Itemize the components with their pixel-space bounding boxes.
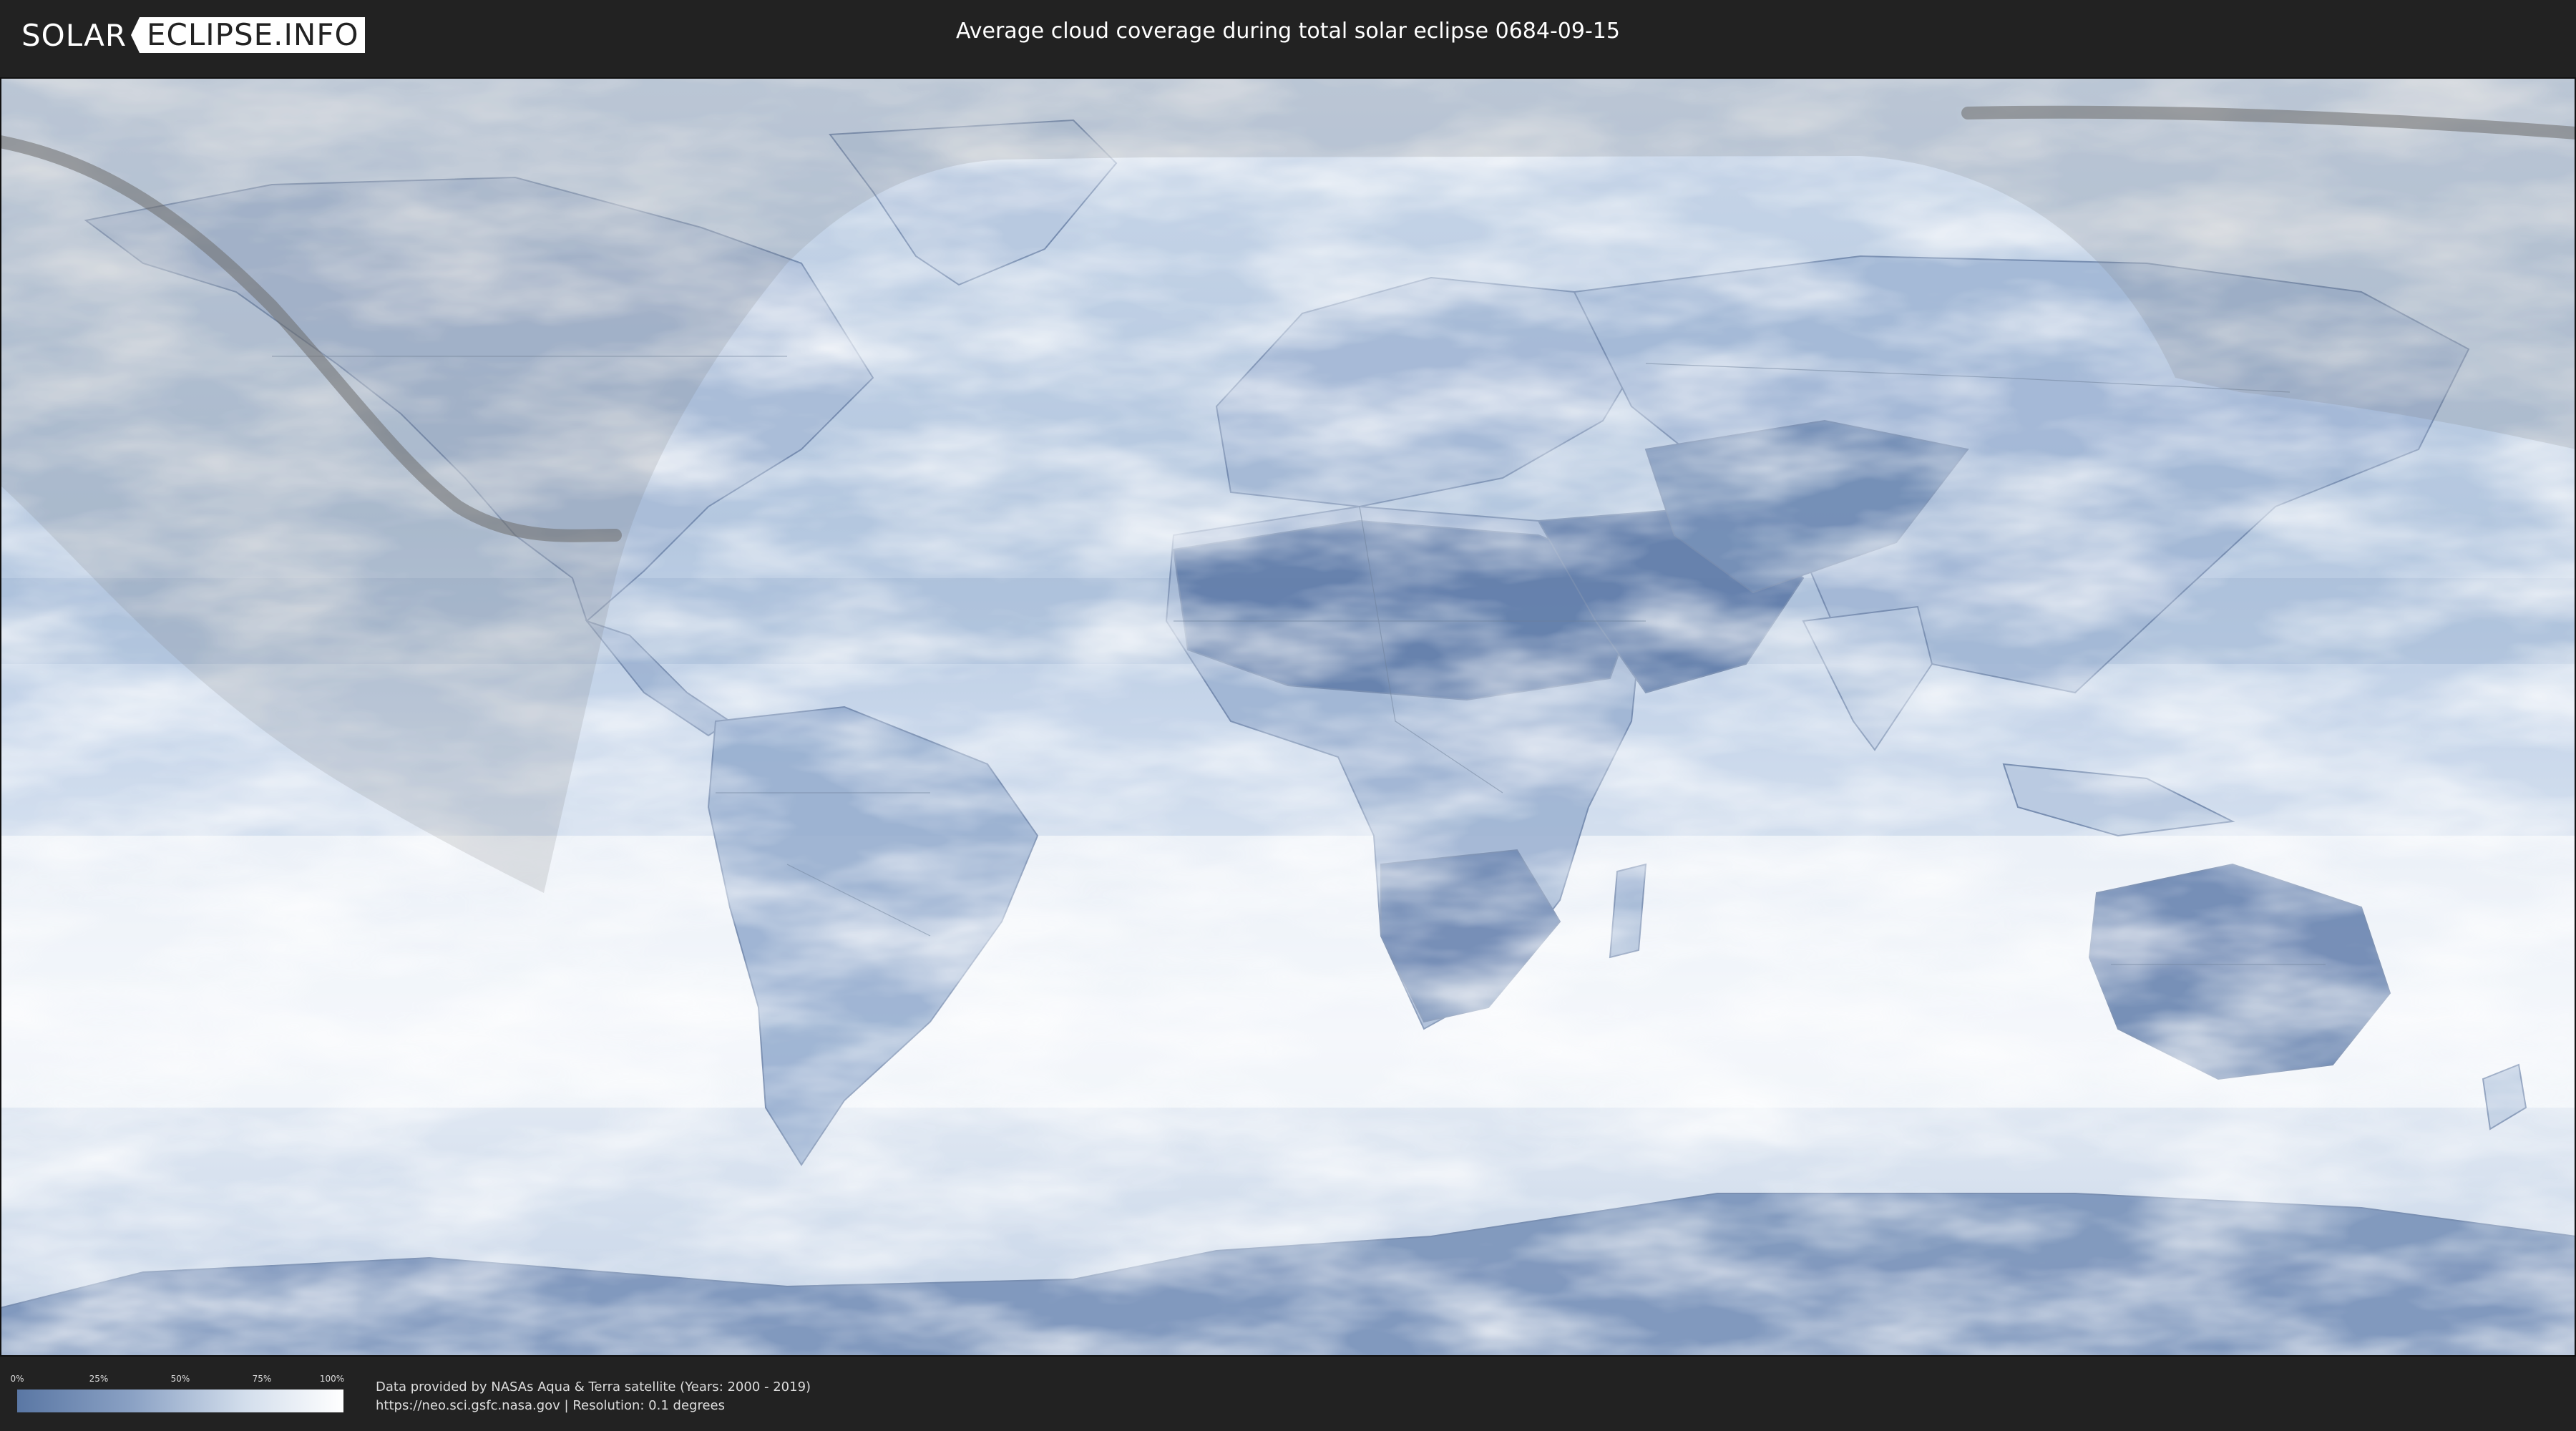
- legend-tick-25: 25%: [89, 1374, 109, 1384]
- credits-source: Data provided by NASAs Aqua & Terra sate…: [376, 1379, 811, 1395]
- legend-gradient-bar: [17, 1390, 343, 1412]
- credits-link[interactable]: https://neo.sci.gsfc.nasa.gov | Resoluti…: [376, 1397, 811, 1415]
- map-canvas: [0, 77, 2576, 1357]
- legend-tick-0: 0%: [10, 1374, 24, 1384]
- cloud-coverage-map[interactable]: [0, 77, 2576, 1357]
- app-window: SOLAR ECLIPSE.INFO Average cloud coverag…: [0, 0, 2576, 1431]
- page-title: Average cloud coverage during total sola…: [956, 19, 1620, 44]
- legend-tick-50: 50%: [170, 1374, 190, 1384]
- cloud-coverage-legend: 0% 25% 50% 75% 100%: [10, 1374, 345, 1385]
- data-credits: Data provided by NASAs Aqua & Terra sate…: [376, 1378, 811, 1415]
- legend-ticks: 0% 25% 50% 75% 100%: [10, 1374, 345, 1385]
- legend-tick-75: 75%: [252, 1374, 272, 1384]
- header-bar: SOLAR ECLIPSE.INFO Average cloud coverag…: [0, 0, 2576, 72]
- legend-tick-100: 100%: [319, 1374, 345, 1384]
